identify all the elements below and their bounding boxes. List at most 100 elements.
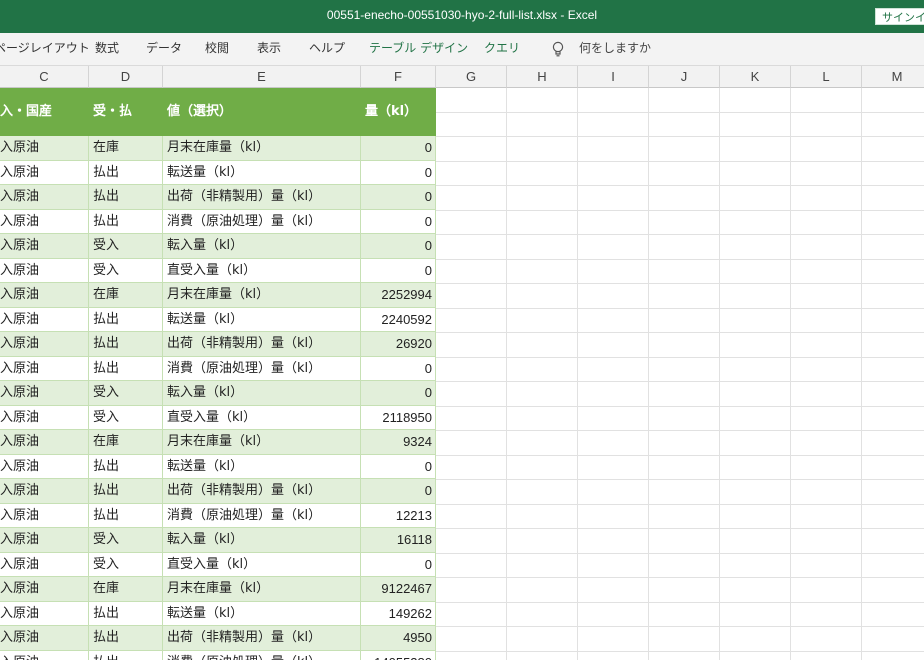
cell-receipt-payout[interactable]: 払出: [89, 332, 163, 357]
cell-import-domestic[interactable]: 輸入原油: [0, 405, 89, 430]
cell-value-selection[interactable]: 消費（原油処理）量（kl）: [163, 356, 361, 381]
cell-volume[interactable]: 0: [361, 185, 436, 210]
cell-receipt-payout[interactable]: 在庫: [89, 577, 163, 602]
column-l-cells[interactable]: [791, 88, 862, 660]
cell-value-selection[interactable]: 月末在庫量（kl）: [163, 577, 361, 602]
cell-import-domestic[interactable]: 輸入原油: [0, 528, 89, 553]
cell-value-selection[interactable]: 転送量（kl）: [163, 454, 361, 479]
cell-value-selection[interactable]: 転送量（kl）: [163, 307, 361, 332]
cell-receipt-payout[interactable]: 払出: [89, 307, 163, 332]
cell-volume[interactable]: 0: [361, 258, 436, 283]
cell-import-domestic[interactable]: 輸入原油: [0, 552, 89, 577]
cell-import-domestic[interactable]: 輸入原油: [0, 160, 89, 185]
column-header-j[interactable]: J: [649, 66, 720, 88]
cell-import-domestic[interactable]: 輸入原油: [0, 479, 89, 504]
cell-receipt-payout[interactable]: 受入: [89, 552, 163, 577]
column-header-g[interactable]: G: [436, 66, 507, 88]
cell-import-domestic[interactable]: 輸入原油: [0, 283, 89, 308]
cell-volume[interactable]: 0: [361, 381, 436, 406]
cell-volume[interactable]: 2118950: [361, 405, 436, 430]
cell-receipt-payout[interactable]: 払出: [89, 356, 163, 381]
cell-receipt-payout[interactable]: 払出: [89, 454, 163, 479]
cell-import-domestic[interactable]: 輸入原油: [0, 430, 89, 455]
cell-volume[interactable]: 12213: [361, 503, 436, 528]
cell-import-domestic[interactable]: 輸入原油: [0, 503, 89, 528]
cell-volume[interactable]: 0: [361, 552, 436, 577]
column-i-cells[interactable]: [578, 88, 649, 660]
column-header-l[interactable]: L: [791, 66, 862, 88]
cell-volume[interactable]: 16118: [361, 528, 436, 553]
cell-receipt-payout[interactable]: 受入: [89, 381, 163, 406]
cell-value-selection[interactable]: 直受入量（kl）: [163, 258, 361, 283]
cell-import-domestic[interactable]: 輸入原油: [0, 381, 89, 406]
table-header-volume-kl[interactable]: 量（kl）: [361, 88, 436, 136]
tab-view[interactable]: 表示: [257, 33, 281, 65]
cell-import-domestic[interactable]: 輸入原油: [0, 650, 89, 660]
cell-value-selection[interactable]: 消費（原油処理）量（kl）: [163, 650, 361, 660]
cell-value-selection[interactable]: 転送量（kl）: [163, 160, 361, 185]
cell-volume[interactable]: 9122467: [361, 577, 436, 602]
cell-receipt-payout[interactable]: 在庫: [89, 136, 163, 161]
cell-volume[interactable]: 14055280: [361, 650, 436, 660]
tab-review[interactable]: 校閲: [205, 33, 229, 65]
sign-in-button[interactable]: サインイ: [875, 8, 924, 25]
cell-import-domestic[interactable]: 輸入原油: [0, 185, 89, 210]
cell-receipt-payout[interactable]: 払出: [89, 503, 163, 528]
tell-me-search[interactable]: 何をしますか: [579, 33, 651, 65]
column-header-f[interactable]: F: [361, 66, 436, 88]
cell-import-domestic[interactable]: 輸入原油: [0, 136, 89, 161]
tab-table-design[interactable]: テーブル デザイン: [369, 33, 468, 65]
cell-import-domestic[interactable]: 輸入原油: [0, 307, 89, 332]
cell-volume[interactable]: 2240592: [361, 307, 436, 332]
cell-import-domestic[interactable]: 輸入原油: [0, 234, 89, 259]
cell-volume[interactable]: 0: [361, 136, 436, 161]
cell-value-selection[interactable]: 消費（原油処理）量（kl）: [163, 503, 361, 528]
cell-import-domestic[interactable]: 輸入原油: [0, 626, 89, 651]
tab-help[interactable]: ヘルプ: [309, 33, 345, 65]
cell-value-selection[interactable]: 転送量（kl）: [163, 601, 361, 626]
cell-volume[interactable]: 26920: [361, 332, 436, 357]
tab-page-layout[interactable]: ページレイアウト: [0, 33, 90, 65]
cell-value-selection[interactable]: 出荷（非精製用）量（kl）: [163, 479, 361, 504]
cell-receipt-payout[interactable]: 受入: [89, 258, 163, 283]
cell-volume[interactable]: 0: [361, 209, 436, 234]
cell-volume[interactable]: 9324: [361, 430, 436, 455]
tab-formulas[interactable]: 数式: [95, 33, 119, 65]
cell-import-domestic[interactable]: 輸入原油: [0, 258, 89, 283]
cell-import-domestic[interactable]: 輸入原油: [0, 577, 89, 602]
column-m-cells[interactable]: [862, 88, 924, 660]
column-header-k[interactable]: K: [720, 66, 791, 88]
column-header-i[interactable]: I: [578, 66, 649, 88]
cell-value-selection[interactable]: 出荷（非精製用）量（kl）: [163, 626, 361, 651]
column-h-cells[interactable]: [507, 88, 578, 660]
column-header-m[interactable]: M: [862, 66, 924, 88]
cell-receipt-payout[interactable]: 払出: [89, 209, 163, 234]
column-header-c[interactable]: C: [0, 66, 89, 88]
cell-value-selection[interactable]: 出荷（非精製用）量（kl）: [163, 332, 361, 357]
column-k-cells[interactable]: [720, 88, 791, 660]
cell-volume[interactable]: 0: [361, 454, 436, 479]
column-header-e[interactable]: E: [163, 66, 361, 88]
tab-data[interactable]: データ: [146, 33, 182, 65]
cell-receipt-payout[interactable]: 在庫: [89, 283, 163, 308]
cell-receipt-payout[interactable]: 受入: [89, 234, 163, 259]
cell-value-selection[interactable]: 転入量（kl）: [163, 381, 361, 406]
table-header-receipt-payout[interactable]: 受・払: [89, 88, 163, 136]
column-g-cells[interactable]: [436, 88, 507, 660]
column-j-cells[interactable]: [649, 88, 720, 660]
cell-receipt-payout[interactable]: 払出: [89, 185, 163, 210]
cell-volume[interactable]: 4950: [361, 626, 436, 651]
cell-receipt-payout[interactable]: 受入: [89, 528, 163, 553]
cell-receipt-payout[interactable]: 払出: [89, 479, 163, 504]
cell-receipt-payout[interactable]: 在庫: [89, 430, 163, 455]
cell-receipt-payout[interactable]: 受入: [89, 405, 163, 430]
cell-value-selection[interactable]: 月末在庫量（kl）: [163, 283, 361, 308]
cell-value-selection[interactable]: 直受入量（kl）: [163, 405, 361, 430]
cell-receipt-payout[interactable]: 払出: [89, 650, 163, 660]
cell-volume[interactable]: 0: [361, 234, 436, 259]
column-header-d[interactable]: D: [89, 66, 163, 88]
cell-volume[interactable]: 0: [361, 160, 436, 185]
cell-volume[interactable]: 2252994: [361, 283, 436, 308]
cell-receipt-payout[interactable]: 払出: [89, 601, 163, 626]
table-header-import-domestic[interactable]: 輸入・国産: [0, 88, 89, 136]
